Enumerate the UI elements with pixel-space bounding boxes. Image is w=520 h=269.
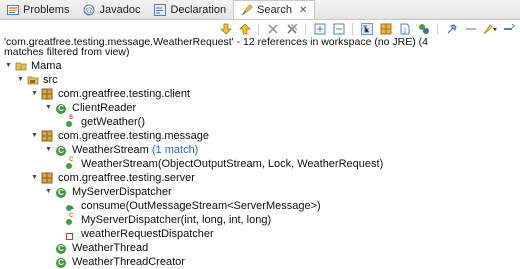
- show-as-tree-icon[interactable]: [359, 22, 374, 36]
- java-project-icon: J: [15, 59, 27, 73]
- tree-node-project[interactable]: ▼ J Mama: [0, 59, 520, 73]
- project-label: Mama: [31, 60, 62, 72]
- private-field-icon: [63, 227, 75, 241]
- toolbar-separator: [437, 22, 438, 35]
- class-icon: C: [55, 185, 67, 199]
- expanded-chevron-icon[interactable]: ▼: [44, 185, 53, 199]
- class-icon: C: [55, 101, 67, 115]
- constructor-label: MyServerDispatcher(int, long, int, long): [81, 214, 272, 226]
- package-label: com.greatfree.testing.client: [58, 88, 191, 100]
- collapse-all-icon[interactable]: [331, 22, 346, 36]
- class-label: WeatherThreadCreator: [72, 256, 185, 268]
- tab-problems-label: Problems: [23, 3, 70, 16]
- public-constructor-icon: C: [63, 213, 75, 227]
- tab-problems[interactable]: Problems: [0, 0, 76, 19]
- declaration-icon: [154, 3, 167, 16]
- tab-javadoc-label: Javadoc: [99, 3, 141, 16]
- tree-node-class-weatherthreadcreator[interactable]: C WeatherThreadCreator: [0, 255, 520, 269]
- tree-node-package-client[interactable]: ▼ com.greatfree.testing.client: [0, 87, 520, 101]
- toolbar-separator: [258, 22, 259, 35]
- javadoc-icon: @: [83, 4, 95, 16]
- group-by-package-icon[interactable]: [378, 22, 393, 36]
- tree-node-constructor-myserverdispatcher[interactable]: C MyServerDispatcher(int, long, int, lon…: [0, 213, 520, 227]
- remove-selected-matches-icon[interactable]: [265, 22, 280, 36]
- source-folder-icon: [27, 73, 39, 87]
- expanded-chevron-icon[interactable]: ▼: [16, 73, 25, 87]
- method-label: consume(OutMessageStream<ServerMessage>): [81, 200, 321, 212]
- class-label: WeatherThread: [72, 242, 149, 254]
- expanded-chevron-icon[interactable]: ▼: [4, 59, 13, 73]
- class-label: WeatherStream: [72, 144, 149, 156]
- class-label: MyServerDispatcher: [72, 186, 172, 198]
- search-result-summary: 'com.greatfree.testing.message.WeatherRe…: [4, 37, 518, 57]
- summary-line-2: matches filtered from view): [4, 46, 130, 57]
- class-label: ClientReader: [72, 102, 137, 114]
- svg-text:@: @: [85, 6, 93, 15]
- svg-text:J: J: [19, 65, 21, 71]
- tree-node-class-myserverdispatcher[interactable]: ▼ C MyServerDispatcher: [0, 185, 520, 199]
- expanded-chevron-icon[interactable]: ▼: [30, 129, 39, 143]
- package-icon: [41, 171, 53, 185]
- minimize-icon[interactable]: [501, 22, 516, 36]
- class-icon: C: [55, 255, 67, 269]
- expand-all-icon[interactable]: [312, 22, 327, 36]
- problems-icon: [7, 4, 19, 16]
- tree-node-class-weatherthread[interactable]: C WeatherThread: [0, 241, 520, 255]
- view-tab-bar: Problems @ Javadoc Declaration Search ✕: [0, 0, 520, 20]
- package-icon: [41, 129, 53, 143]
- expanded-chevron-icon[interactable]: ▼: [30, 171, 39, 185]
- tree-node-method-getweather[interactable]: S getWeather(): [0, 115, 520, 129]
- close-icon[interactable]: ✕: [299, 5, 307, 16]
- toolbar-separator: [352, 22, 353, 35]
- tree-node-constructor-weatherstream[interactable]: C WeatherStream(ObjectOutputStream, Lock…: [0, 157, 520, 171]
- public-constructor-icon: C: [63, 157, 75, 171]
- package-icon: [41, 87, 53, 101]
- public-static-method-icon: S: [63, 115, 75, 129]
- search-toolbar: J: [0, 20, 520, 37]
- class-icon: C: [55, 241, 67, 255]
- tab-search-label: Search: [257, 4, 292, 16]
- tree-node-class-clientreader[interactable]: ▼ C ClientReader: [0, 101, 520, 115]
- tab-declaration-label: Declaration: [170, 3, 227, 16]
- expanded-chevron-icon[interactable]: ▼: [30, 87, 39, 101]
- tab-javadoc[interactable]: @ Javadoc: [76, 0, 147, 19]
- expanded-chevron-icon[interactable]: ▼: [44, 101, 53, 115]
- expanded-chevron-icon[interactable]: ▼: [44, 143, 53, 157]
- package-label: com.greatfree.testing.message: [58, 130, 210, 142]
- search-icon: [241, 4, 253, 16]
- search-results-tree: ▼ J Mama ▼ src ▼ com.greatfree.testing.c…: [0, 59, 520, 269]
- tree-node-field-weatherrequestdispatcher[interactable]: weatherRequestDispatcher: [0, 227, 520, 241]
- tree-node-class-weatherstream[interactable]: ▼ C WeatherStream (1 match): [0, 143, 520, 157]
- tree-node-src[interactable]: ▼ src: [0, 73, 520, 87]
- tab-declaration[interactable]: Declaration: [147, 0, 233, 19]
- package-label: com.greatfree.testing.server: [58, 172, 195, 184]
- tree-node-package-server[interactable]: ▼ com.greatfree.testing.server: [0, 171, 520, 185]
- tree-node-method-consume[interactable]: ▲ consume(OutMessageStream<ServerMessage…: [0, 199, 520, 213]
- group-by-type-icon[interactable]: [416, 22, 431, 36]
- previous-match-icon[interactable]: [237, 22, 252, 36]
- pin-search-icon[interactable]: [444, 22, 459, 36]
- filters-icon[interactable]: [463, 22, 478, 36]
- constructor-label: WeatherStream(ObjectOutputStream, Lock, …: [81, 158, 384, 170]
- svg-text:J: J: [403, 27, 406, 34]
- group-by-file-icon[interactable]: J: [397, 22, 412, 36]
- class-icon: C: [55, 143, 67, 157]
- toolbar-separator: [305, 22, 306, 35]
- remove-all-matches-icon[interactable]: [284, 22, 299, 36]
- next-match-icon[interactable]: [218, 22, 233, 36]
- field-label: weatherRequestDispatcher: [81, 228, 214, 240]
- method-label: getWeather(): [81, 116, 145, 128]
- src-label: src: [43, 74, 58, 86]
- match-count: (1 match): [151, 144, 199, 156]
- class-label-with-match: WeatherStream (1 match): [72, 143, 198, 157]
- tab-search[interactable]: Search ✕: [233, 0, 316, 19]
- search-history-icon[interactable]: [482, 22, 497, 36]
- tree-node-package-message[interactable]: ▼ com.greatfree.testing.message: [0, 129, 520, 143]
